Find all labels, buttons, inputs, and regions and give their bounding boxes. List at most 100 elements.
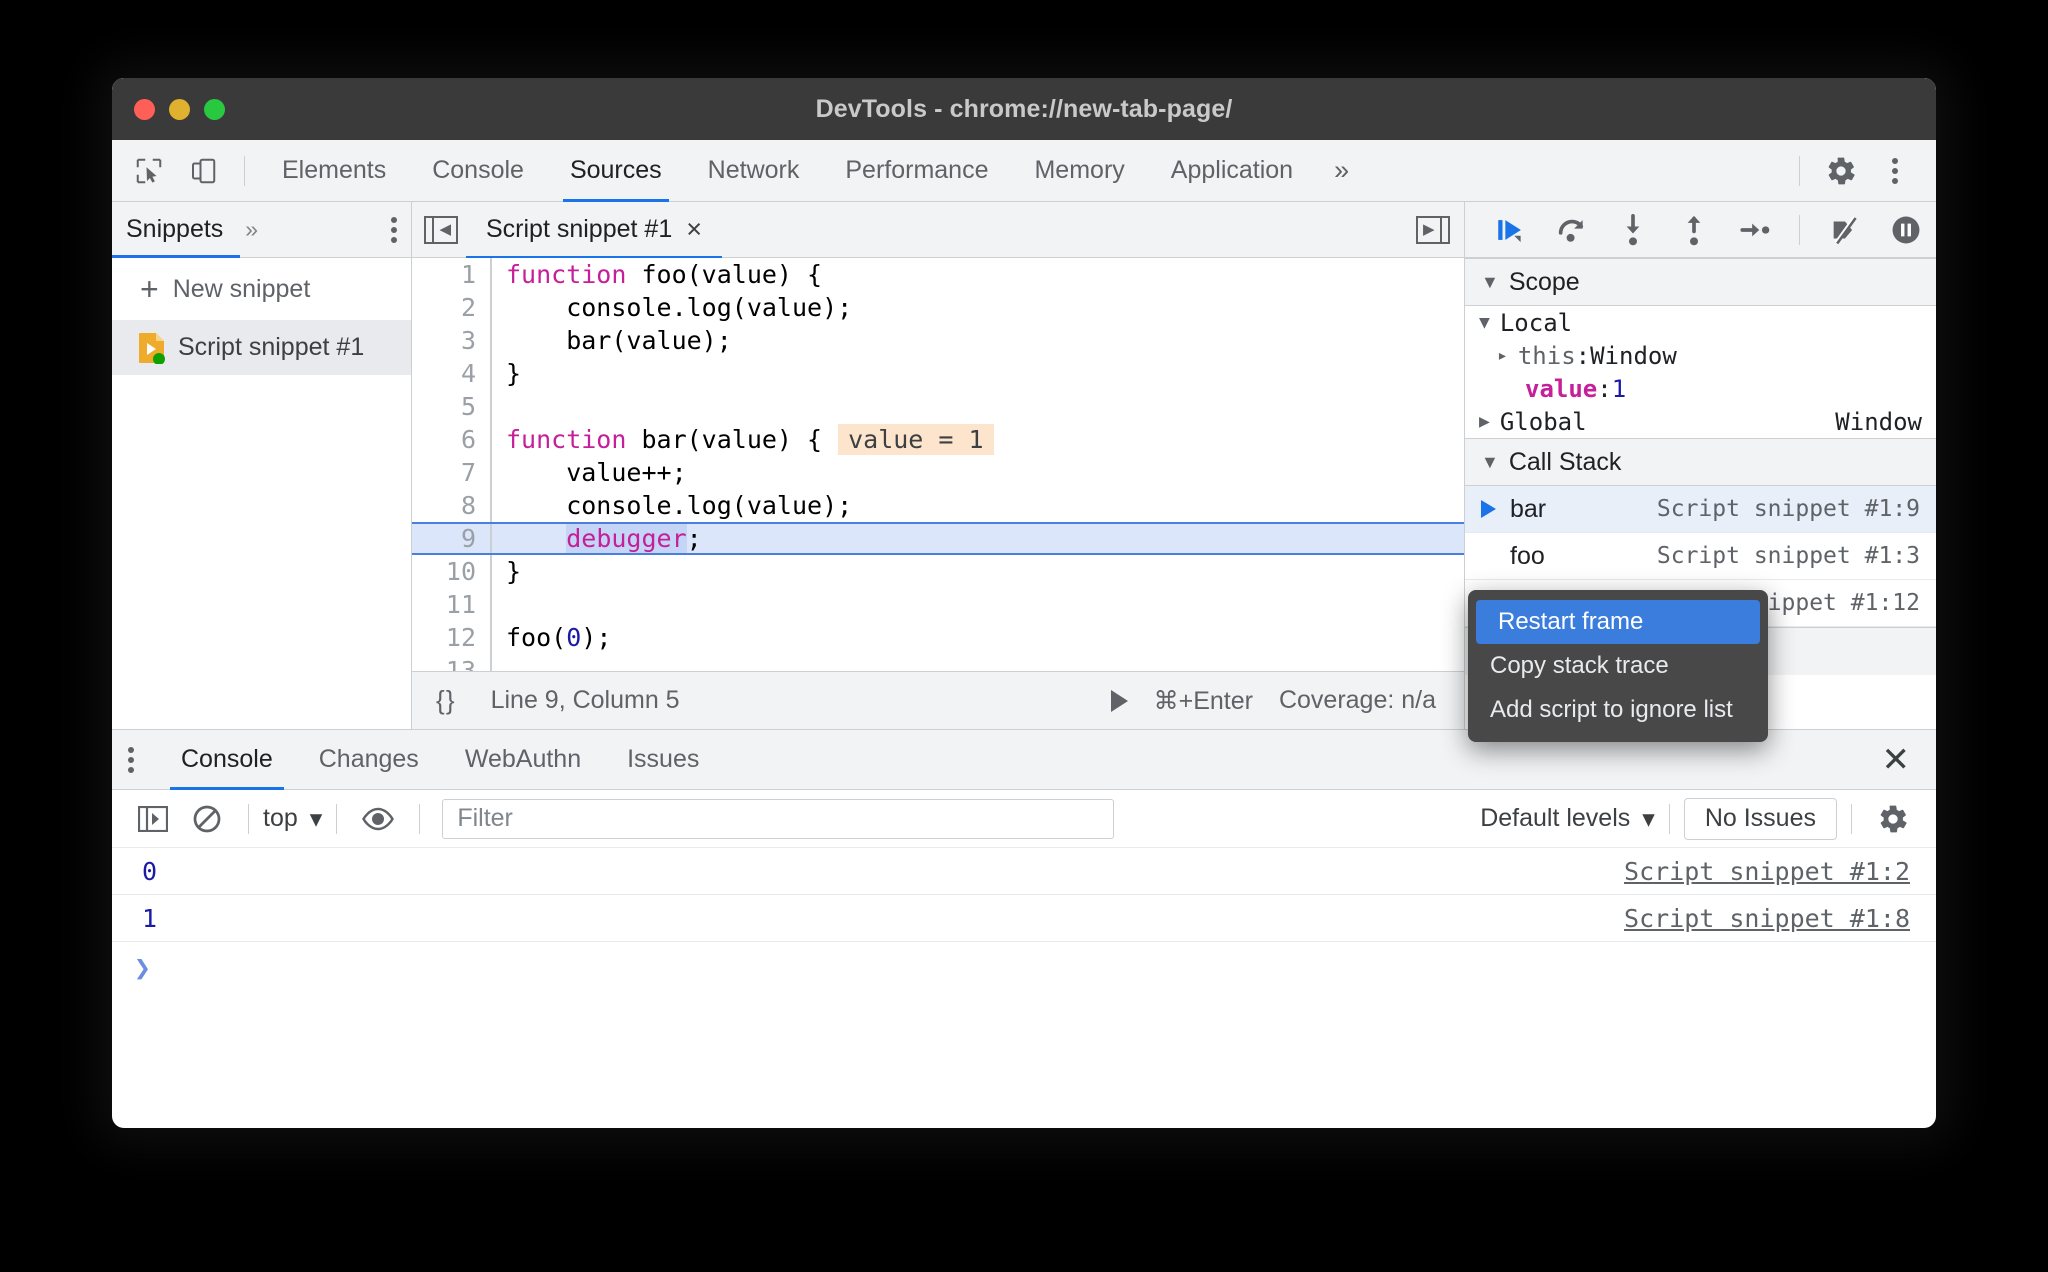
code-line: 10 }: [412, 555, 1464, 588]
pause-on-exceptions-icon[interactable]: [1875, 202, 1936, 258]
navigator-tab-snippets[interactable]: Snippets: [126, 215, 223, 244]
debugger-toolbar: [1465, 202, 1936, 258]
tab-sources[interactable]: Sources: [547, 140, 685, 202]
code-line-text: debugger;: [492, 522, 702, 555]
coverage-label: Coverage: n/a: [1278, 686, 1436, 714]
console-toolbar-divider-3: [419, 803, 421, 834]
step-out-of-current-function-icon[interactable]: [1664, 202, 1725, 258]
pretty-print-braces-icon[interactable]: { }: [436, 685, 455, 716]
close-drawer-icon[interactable]: ✕: [1882, 740, 1937, 780]
scope-separator: :: [1575, 341, 1591, 370]
execution-context-selector[interactable]: top ▾: [263, 804, 322, 834]
drawer-tab-changes[interactable]: Changes: [296, 730, 442, 790]
deactivate-breakpoints-icon[interactable]: [1814, 202, 1875, 258]
call-stack-frame-bar[interactable]: bar Script snippet #1:9: [1465, 486, 1936, 533]
editor-pane: ◀ Script snippet #1 × ▶ 1 function foo(v…: [412, 202, 1464, 729]
scope-property-name: value: [1525, 374, 1598, 403]
new-snippet-button[interactable]: + New snippet: [112, 258, 411, 320]
log-levels-selector[interactable]: Default levels ▾: [1480, 804, 1655, 834]
live-expression-eye-icon[interactable]: [351, 796, 405, 842]
cursor-position: Line 9, Column 5: [490, 686, 680, 714]
plus-icon: +: [140, 271, 159, 307]
drawer-kebab-menu-icon[interactable]: [128, 746, 134, 773]
token-number: 0: [566, 623, 582, 652]
scope-group-global[interactable]: ▶ Global Window: [1465, 405, 1936, 438]
line-number: 3: [460, 326, 476, 355]
navigator-pane: Snippets » + New snippet Script snippet …: [112, 202, 412, 729]
device-toolbar-icon[interactable]: [176, 148, 230, 194]
scope-row-this[interactable]: ▸ this : Window: [1465, 339, 1936, 372]
kebab-menu-icon[interactable]: [1868, 148, 1922, 194]
drawer-tab-issues[interactable]: Issues: [604, 730, 722, 790]
show-navigator-icon[interactable]: ◀: [424, 215, 458, 244]
tab-performance[interactable]: Performance: [822, 140, 1011, 202]
filter-input[interactable]: Filter: [442, 798, 1115, 839]
console-message[interactable]: 0 Script snippet #1:2: [112, 848, 1936, 895]
drawer-tab-console[interactable]: Console: [158, 730, 296, 790]
scope-group-local[interactable]: ▼ Local: [1465, 306, 1936, 339]
line-number: 2: [460, 293, 476, 322]
context-menu-item-copy-stack-trace[interactable]: Copy stack trace: [1468, 644, 1768, 688]
scope-section-header[interactable]: ▼ Scope: [1465, 258, 1936, 306]
console-sidebar-icon[interactable]: [126, 796, 180, 842]
console-message-source-link[interactable]: Script snippet #1:2: [1624, 857, 1936, 886]
code-line-text: value++;: [506, 458, 687, 487]
drawer-tab-webauthn[interactable]: WebAuthn: [442, 730, 604, 790]
more-tabs-chevron-icon[interactable]: »: [1316, 155, 1367, 186]
gear-icon[interactable]: [1866, 796, 1920, 842]
show-debugger-icon[interactable]: ▶: [1416, 215, 1450, 244]
token-plain: foo(value) {: [626, 260, 823, 289]
code-line: 7 value++;: [412, 456, 1464, 489]
token-keyword: function: [506, 260, 627, 289]
chevron-down-icon: ▼: [1481, 451, 1499, 472]
step-over-next-function-call-icon[interactable]: [1542, 202, 1603, 258]
snippet-item-label: Script snippet #1: [178, 333, 365, 361]
console-toolbar-divider-5: [1851, 803, 1852, 834]
tab-console[interactable]: Console: [409, 140, 547, 202]
code-line-text: console.log(value);: [506, 491, 853, 520]
run-snippet-play-icon[interactable]: [1110, 689, 1128, 712]
tab-memory[interactable]: Memory: [1011, 140, 1147, 202]
tab-network[interactable]: Network: [685, 140, 823, 202]
scope-property-name: this: [1517, 341, 1576, 370]
gutter-divider: [490, 390, 492, 423]
call-stack-frame-foo[interactable]: foo Script snippet #1:3: [1465, 533, 1936, 580]
call-stack-frame-name: bar: [1510, 494, 1547, 523]
navigator-kebab-menu-icon[interactable]: [391, 216, 397, 243]
inspect-element-icon[interactable]: [122, 148, 176, 194]
list-item-script-snippet-1[interactable]: Script snippet #1: [112, 320, 411, 375]
code-line-text: }: [506, 557, 522, 586]
step-icon[interactable]: [1724, 202, 1785, 258]
tab-elements[interactable]: Elements: [259, 140, 409, 202]
scope-property-value: Window: [1590, 341, 1677, 370]
scope-row-value[interactable]: value : 1: [1465, 372, 1936, 405]
issues-badge[interactable]: No Issues: [1683, 797, 1837, 840]
clear-console-icon[interactable]: [180, 796, 234, 842]
chevron-down-icon: ▾: [309, 804, 323, 833]
code-line: 11: [412, 588, 1464, 621]
console-message-source-link[interactable]: Script snippet #1:8: [1624, 904, 1936, 933]
execution-context-label: top: [263, 804, 298, 832]
close-icon[interactable]: ×: [686, 214, 702, 245]
editor-tab-script-snippet-1[interactable]: Script snippet #1 ×: [466, 202, 722, 259]
code-editor[interactable]: 1 function foo(value) { 2 console.log(va…: [412, 258, 1464, 671]
context-menu-item-add-script-to-ignore-list[interactable]: Add script to ignore list: [1468, 688, 1768, 732]
code-line-text: function foo(value) {: [492, 258, 822, 291]
window-titlebar: DevTools - chrome://new-tab-page/: [112, 78, 1936, 140]
console-message[interactable]: 1 Script snippet #1:8: [112, 895, 1936, 942]
console-prompt[interactable]: ❯: [112, 942, 1936, 992]
call-stack-section-header[interactable]: ▼ Call Stack: [1465, 438, 1936, 486]
snippet-file-icon: [138, 332, 166, 364]
navigator-more-chevron-icon[interactable]: »: [245, 216, 258, 243]
console-toolbar-divider-4: [1668, 803, 1670, 834]
line-number: 13: [445, 656, 476, 671]
resume-script-execution-icon[interactable]: [1481, 202, 1542, 258]
gear-icon[interactable]: [1814, 148, 1868, 194]
code-line: 2 console.log(value);: [412, 291, 1464, 324]
console-drawer: Console Changes WebAuthn Issues ✕ top ▾ …: [112, 729, 1936, 1052]
chevron-right-icon[interactable]: ▸: [1497, 345, 1508, 366]
context-menu-item-restart-frame[interactable]: Restart frame: [1476, 600, 1760, 644]
step-into-next-function-call-icon[interactable]: [1603, 202, 1664, 258]
tab-application[interactable]: Application: [1148, 140, 1316, 202]
prompt-caret-icon: ❯: [134, 950, 151, 984]
